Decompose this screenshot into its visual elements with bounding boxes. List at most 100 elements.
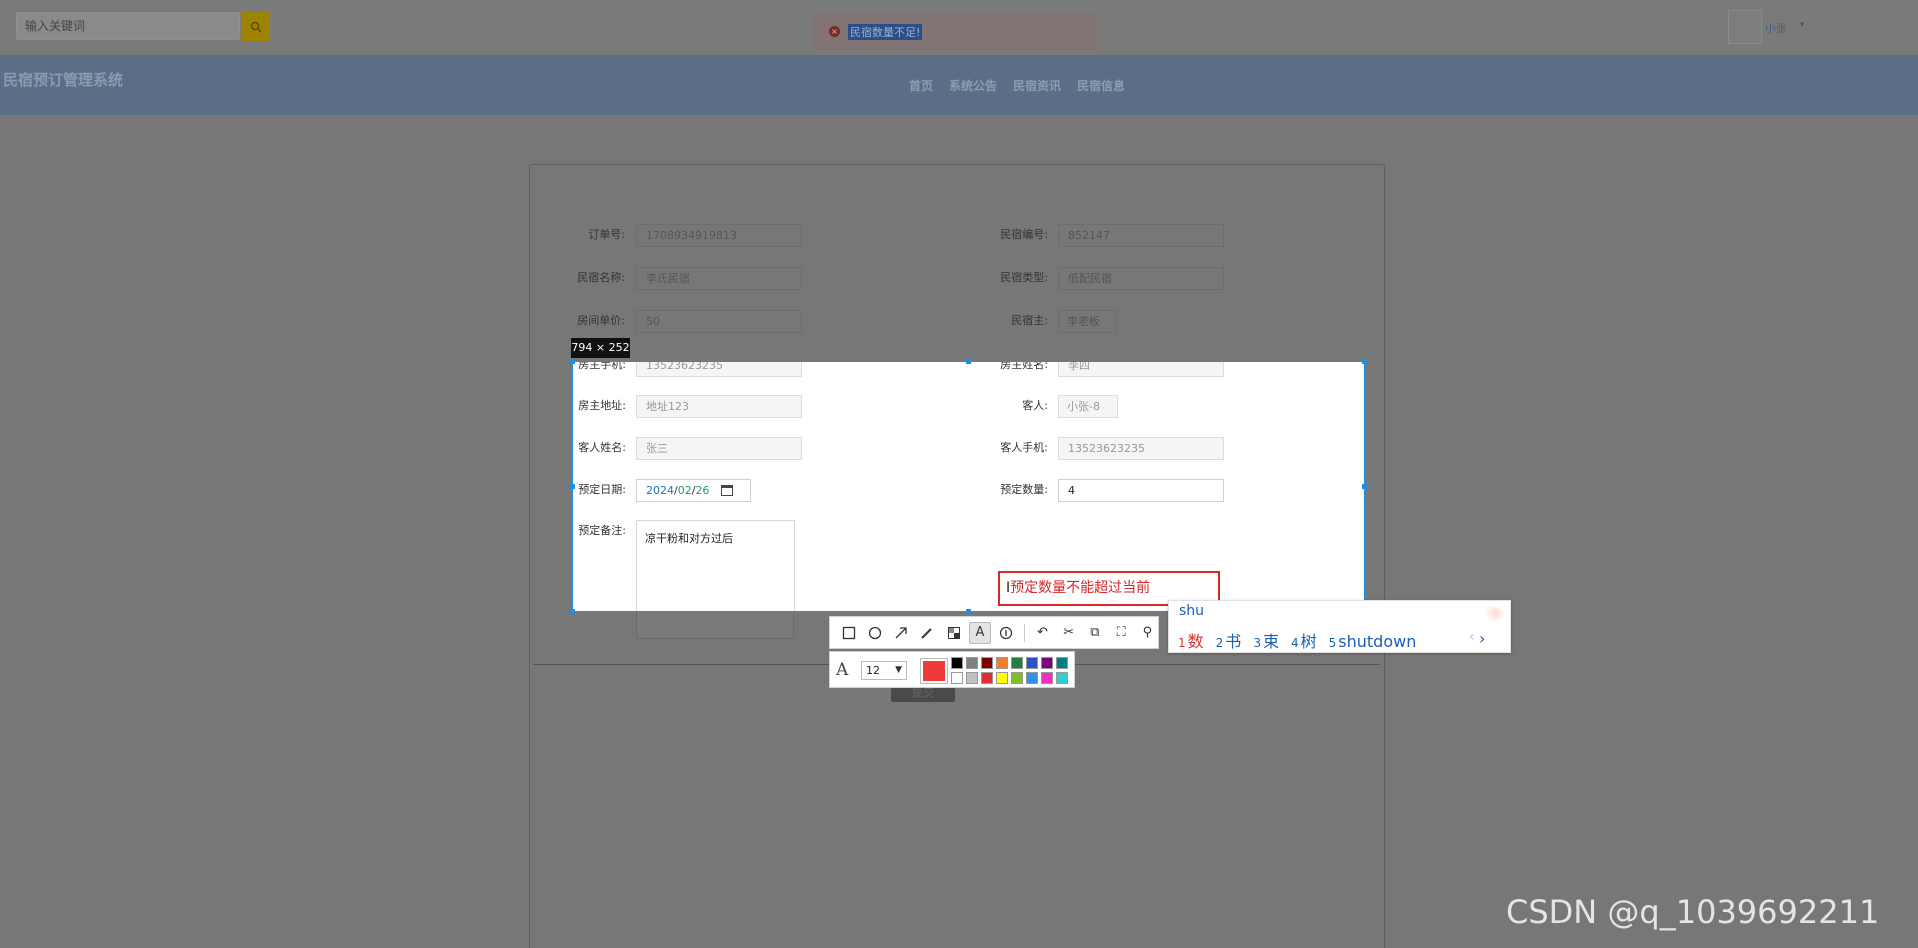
capture-selection[interactable]: 房主手机: 13523623235 房主姓名: 李四 房主地址: 地址123 客… bbox=[572, 361, 1365, 612]
number-icon[interactable] bbox=[996, 622, 1017, 644]
ellipse-icon[interactable] bbox=[864, 622, 885, 644]
error-icon: × bbox=[829, 26, 840, 37]
watermark: CSDN @q_1039692211 bbox=[1506, 893, 1880, 931]
resize-handle[interactable] bbox=[570, 609, 575, 614]
ime-candidate[interactable]: 5 shutdown bbox=[1329, 632, 1417, 651]
ime-candidate[interactable]: 1数 bbox=[1178, 628, 1204, 652]
pen-icon[interactable] bbox=[917, 622, 938, 644]
remark-textarea[interactable]: 凉干粉和对方过后 bbox=[636, 520, 795, 611]
ime-input: shu bbox=[1179, 603, 1205, 619]
annotation-text: 预定数量不能超过当前 bbox=[1010, 580, 1151, 596]
text-icon[interactable]: A bbox=[969, 621, 991, 644]
text-style-toolbar: A 12 ▼ bbox=[829, 651, 1075, 688]
ime-prev-icon[interactable]: ‹ bbox=[1469, 629, 1475, 645]
color-swatch[interactable] bbox=[1056, 657, 1068, 669]
resize-handle[interactable] bbox=[1362, 484, 1367, 489]
owner-address-label: 房主地址: bbox=[578, 399, 626, 412]
nav-links: 首页 系统公告 民宿资讯 民宿信息 bbox=[909, 77, 1125, 94]
date-label: 预定日期: bbox=[578, 483, 626, 496]
quantity-label: 预定数量: bbox=[1000, 483, 1048, 496]
chevron-down-icon: ▼ bbox=[895, 665, 902, 675]
guest-label: 客人: bbox=[1022, 399, 1048, 412]
ime-next-icon[interactable]: › bbox=[1479, 629, 1485, 648]
resize-handle[interactable] bbox=[1362, 359, 1367, 364]
owner-name-field: 李四 bbox=[1058, 362, 1224, 377]
color-swatch[interactable] bbox=[1026, 672, 1038, 684]
undo-icon[interactable]: ↶ bbox=[1032, 622, 1053, 644]
house-no-field: 852147 bbox=[1058, 224, 1224, 247]
top-bar: 输入关键词 × 民宿数量不足! 小张 ▾ bbox=[0, 0, 1918, 55]
remark-textarea-lower bbox=[636, 612, 794, 639]
guest-phone-label: 客人手机: bbox=[1000, 441, 1048, 454]
copy-icon[interactable]: ⧉ bbox=[1084, 622, 1105, 644]
color-swatch[interactable] bbox=[966, 672, 978, 684]
color-swatch[interactable] bbox=[1026, 657, 1038, 669]
nav-bar: 民宿预订管理系统 首页 系统公告 民宿资讯 民宿信息 bbox=[0, 55, 1918, 115]
remark-label: 预定备注: bbox=[578, 524, 626, 537]
nav-link-house-info[interactable]: 民宿信息 bbox=[1077, 77, 1125, 94]
rectangle-icon[interactable] bbox=[838, 622, 859, 644]
nav-link-news[interactable]: 民宿资讯 bbox=[1013, 77, 1061, 94]
search-button[interactable] bbox=[241, 12, 270, 41]
resize-handle[interactable] bbox=[966, 359, 971, 364]
avatar[interactable] bbox=[1728, 10, 1762, 44]
site-title: 民宿预订管理系统 bbox=[3, 71, 124, 89]
color-swatch[interactable] bbox=[951, 657, 963, 669]
error-toast: × 民宿数量不足! bbox=[813, 13, 1098, 50]
guest-field: 小张-8 bbox=[1058, 395, 1118, 418]
resize-handle[interactable] bbox=[966, 609, 971, 614]
nav-link-announcements[interactable]: 系统公告 bbox=[949, 77, 997, 94]
date-month: 02 bbox=[677, 484, 692, 497]
house-name-field: 李氏民宿 bbox=[636, 267, 802, 290]
fullscreen-icon[interactable]: ⛶ bbox=[1111, 622, 1132, 644]
color-swatch[interactable] bbox=[996, 672, 1008, 684]
toast-message: 民宿数量不足! bbox=[848, 23, 923, 40]
ime-candidates: 1数 2书 3束 4树 5 shutdown bbox=[1178, 628, 1416, 652]
date-day: 26 bbox=[695, 484, 710, 497]
ime-candidate[interactable]: 2书 bbox=[1216, 628, 1242, 652]
color-swatch[interactable] bbox=[966, 657, 978, 669]
ime-candidate[interactable]: 3束 bbox=[1253, 628, 1279, 652]
search-input[interactable]: 输入关键词 bbox=[16, 12, 240, 40]
mosaic-icon[interactable] bbox=[943, 622, 964, 644]
owner-phone-label: 房主手机: bbox=[578, 361, 626, 371]
current-color[interactable] bbox=[920, 658, 948, 684]
current-color-fill bbox=[923, 661, 945, 681]
search-icon bbox=[250, 21, 261, 32]
calendar-icon[interactable] bbox=[721, 485, 734, 496]
font-icon: A bbox=[836, 660, 849, 680]
owner-field: 李老板 bbox=[1058, 310, 1116, 333]
color-swatch[interactable] bbox=[981, 672, 993, 684]
color-swatch[interactable] bbox=[1041, 672, 1053, 684]
pin-icon[interactable]: ⚲ bbox=[1137, 622, 1158, 644]
date-year: 2024 bbox=[646, 484, 674, 497]
arrow-icon[interactable] bbox=[891, 622, 912, 644]
color-swatch[interactable] bbox=[951, 672, 963, 684]
font-size-select[interactable]: 12 ▼ bbox=[861, 661, 907, 680]
color-swatch[interactable] bbox=[1011, 657, 1023, 669]
room-price-label: 房间单价: bbox=[577, 314, 625, 327]
color-swatch[interactable] bbox=[996, 657, 1008, 669]
house-type-field: 低配民宿 bbox=[1058, 267, 1224, 290]
color-swatch[interactable] bbox=[1041, 657, 1053, 669]
selection-size-tag: 794 × 252 bbox=[571, 338, 630, 358]
guest-phone-field: 13523623235 bbox=[1058, 437, 1224, 460]
toolbar-separator bbox=[1023, 623, 1025, 642]
chevron-down-icon[interactable]: ▾ bbox=[1800, 20, 1805, 30]
date-input[interactable]: 2024/02/26 bbox=[636, 479, 751, 502]
color-swatch[interactable] bbox=[981, 657, 993, 669]
owner-address-field: 地址123 bbox=[636, 395, 802, 418]
resize-handle[interactable] bbox=[570, 359, 575, 364]
quantity-input[interactable]: 4 bbox=[1058, 479, 1224, 502]
user-name[interactable]: 小张 bbox=[1765, 20, 1787, 36]
house-name-label: 民宿名称: bbox=[577, 271, 625, 284]
color-swatch[interactable] bbox=[1056, 672, 1068, 684]
resize-handle[interactable] bbox=[570, 484, 575, 489]
house-no-label: 民宿编号: bbox=[1000, 228, 1048, 241]
owner-phone-field: 13523623235 bbox=[636, 362, 802, 377]
ime-candidate[interactable]: 4树 bbox=[1291, 628, 1317, 652]
color-swatch[interactable] bbox=[1011, 672, 1023, 684]
delete-icon[interactable]: ✂ bbox=[1058, 622, 1079, 644]
nav-link-home[interactable]: 首页 bbox=[909, 77, 933, 94]
capture-toolbar: A ↶ ✂ ⧉ ⛶ ⚲ bbox=[829, 616, 1159, 649]
